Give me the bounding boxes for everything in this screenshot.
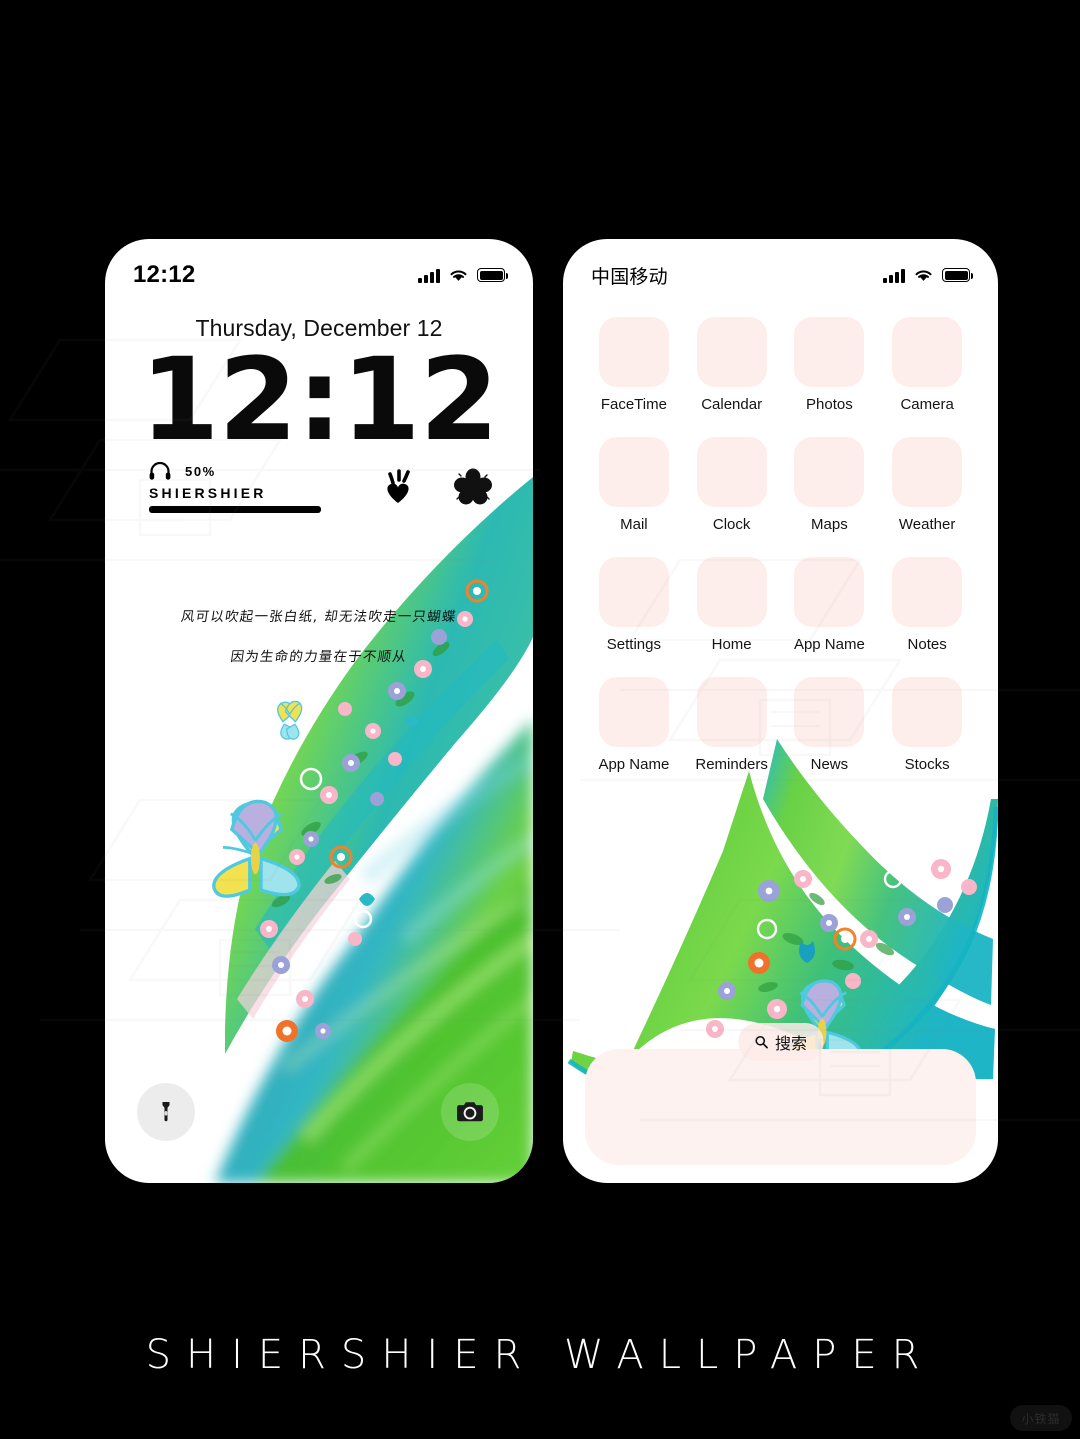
app-icon[interactable]	[696, 677, 767, 747]
app-app-name[interactable]: App Name	[781, 557, 879, 653]
app-reminders[interactable]: Reminders	[683, 677, 781, 773]
quote-line-1: 风可以吹起一张白纸, 却无法吹走一只蝴蝶	[179, 609, 458, 625]
app-label: Camera	[900, 396, 954, 413]
camera-button[interactable]	[441, 1083, 499, 1141]
camera-icon	[457, 1102, 483, 1122]
wifi-icon	[914, 268, 933, 283]
app-icon[interactable]	[598, 317, 669, 387]
app-weather[interactable]: Weather	[878, 437, 976, 533]
app-label: Notes	[907, 636, 947, 653]
dock[interactable]	[585, 1049, 976, 1165]
app-notes[interactable]: Notes	[878, 557, 976, 653]
app-home[interactable]: Home	[683, 557, 781, 653]
app-label: FaceTime	[600, 396, 667, 413]
app-label: App Name	[793, 636, 865, 653]
app-stocks[interactable]: Stocks	[878, 677, 976, 773]
app-icon[interactable]	[892, 437, 963, 507]
app-icon[interactable]	[892, 677, 963, 747]
screenshot-stage: 12:12 Thursday, December 12 12:12 50% SH…	[0, 0, 1080, 1439]
app-icon[interactable]	[598, 437, 669, 507]
app-icon[interactable]	[696, 317, 767, 387]
app-icon[interactable]	[696, 557, 767, 627]
app-label: Stocks	[904, 756, 950, 773]
app-label: Reminders	[695, 756, 768, 773]
lock-status-bar: 12:12	[105, 239, 533, 295]
lock-screen-wallpaper	[105, 239, 533, 1183]
app-icon[interactable]	[598, 677, 669, 747]
small-butterfly	[277, 700, 303, 740]
carrier-label: 中国移动	[591, 266, 668, 288]
app-label: Home	[711, 636, 752, 653]
signal-bars-icon	[418, 268, 440, 283]
app-icon[interactable]	[892, 317, 963, 387]
app-label: Clock	[712, 516, 751, 533]
app-facetime[interactable]: FaceTime	[585, 317, 683, 413]
app-mail[interactable]: Mail	[585, 437, 683, 533]
battery-icon	[942, 268, 973, 282]
app-label: App Name	[598, 756, 670, 773]
wifi-icon	[449, 268, 468, 283]
flashlight-button[interactable]	[137, 1083, 195, 1141]
app-label: Settings	[606, 636, 661, 653]
footer-title: SHIERSHIER WALLPAPER	[145, 1332, 935, 1378]
app-grid: FaceTime Calendar Photos Camera Mail Clock Map…	[585, 317, 976, 773]
battery-icon	[477, 268, 508, 282]
app-icon[interactable]	[794, 437, 865, 507]
lock-screen-phone: 12:12 Thursday, December 12 12:12 50% SH…	[105, 239, 533, 1183]
app-label: Maps	[811, 516, 848, 533]
app-icon[interactable]	[892, 557, 963, 627]
corner-watermark: 小铁猫	[1010, 1405, 1072, 1431]
search-icon	[754, 1035, 768, 1049]
app-icon[interactable]	[794, 557, 865, 627]
app-label: Weather	[898, 516, 956, 533]
app-icon[interactable]	[598, 557, 669, 627]
app-photos[interactable]: Photos	[781, 317, 879, 413]
app-maps[interactable]: Maps	[781, 437, 879, 533]
search-button[interactable]: 搜索	[737, 1023, 824, 1061]
status-time: 12:12	[133, 261, 196, 288]
search-label: 搜索	[774, 1036, 808, 1053]
app-app-name[interactable]: App Name	[585, 677, 683, 773]
app-news[interactable]: News	[781, 677, 879, 773]
home-status-bar: 中国移动	[563, 239, 998, 295]
app-label: News	[810, 756, 849, 773]
app-icon[interactable]	[794, 317, 865, 387]
app-clock[interactable]: Clock	[683, 437, 781, 533]
app-label: Photos	[806, 396, 853, 413]
app-label: Calendar	[701, 396, 763, 413]
app-label: Mail	[620, 516, 648, 533]
flashlight-icon	[162, 1102, 170, 1122]
app-icon[interactable]	[794, 677, 865, 747]
signal-bars-icon	[883, 268, 905, 283]
app-calendar[interactable]: Calendar	[683, 317, 781, 413]
app-settings[interactable]: Settings	[585, 557, 683, 653]
home-screen-phone: 中国移动 FaceTime Calendar Photos Camera Mail Clo…	[563, 239, 998, 1183]
quote-line-2: 因为生命的力量在于不顺从	[229, 649, 409, 665]
handwritten-quote: 风可以吹起一张白纸, 却无法吹走一只蝴蝶 因为生命的力量在于不顺从	[105, 605, 533, 665]
app-icon[interactable]	[696, 437, 767, 507]
app-camera[interactable]: Camera	[878, 317, 976, 413]
